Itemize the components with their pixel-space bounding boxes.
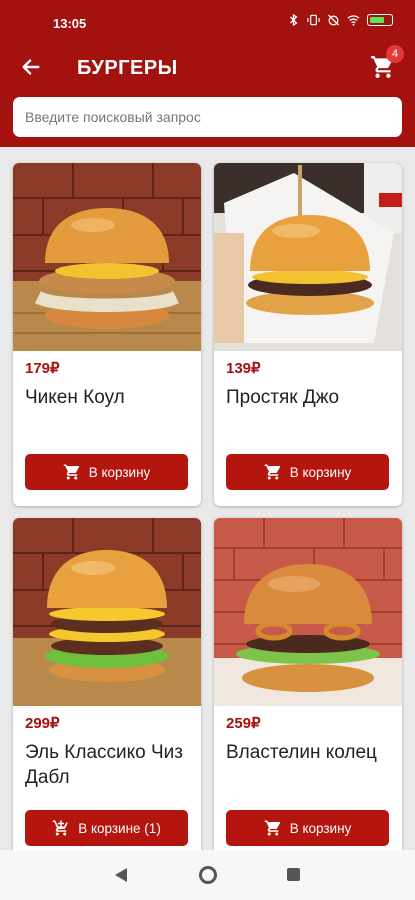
- cart-icon: [264, 464, 280, 480]
- status-bar: 13:05: [0, 0, 415, 40]
- search-input[interactable]: [13, 97, 402, 137]
- product-price: 259₽: [226, 715, 261, 732]
- wifi-icon: [347, 15, 360, 26]
- system-nav-bar: [0, 850, 415, 900]
- product-name: Властелин колец: [226, 742, 377, 763]
- cart-badge: 4: [386, 45, 404, 63]
- product-image: [214, 163, 402, 351]
- search-container: [0, 95, 415, 147]
- alarm-off-icon: [328, 14, 339, 26]
- product-card[interactable]: 179₽ Чикен Коул В корзину: [13, 163, 201, 506]
- cart-icon: [264, 820, 280, 836]
- button-label: В корзине (1): [78, 820, 161, 836]
- button-label: В корзину: [289, 464, 352, 480]
- nav-back-icon[interactable]: [115, 868, 127, 882]
- status-icons: [287, 14, 393, 26]
- cart-plus-icon: [52, 820, 68, 836]
- product-card[interactable]: 299₽ Эль Классико Чиз Дабл В корзине (1): [13, 518, 201, 863]
- cart-icon: [63, 464, 79, 480]
- nav-recents-icon[interactable]: [287, 868, 300, 881]
- add-to-cart-button[interactable]: В корзину: [226, 454, 389, 490]
- product-name: Эль Классико Чиз Дабл: [25, 742, 183, 788]
- add-to-cart-button[interactable]: В корзину: [226, 810, 389, 846]
- page-title: БУРГЕРЫ: [77, 57, 178, 79]
- vibrate-icon: [307, 14, 320, 26]
- battery-icon: [367, 14, 393, 26]
- nav-home-icon[interactable]: [199, 866, 217, 884]
- status-time: 13:05: [53, 16, 87, 31]
- app-bar: БУРГЕРЫ: [0, 40, 415, 95]
- button-label: В корзину: [88, 464, 151, 480]
- back-arrow-icon[interactable]: [20, 56, 42, 78]
- button-label: В корзину: [289, 820, 352, 836]
- add-to-cart-button[interactable]: В корзину: [25, 454, 188, 490]
- product-price: 179₽: [25, 360, 60, 377]
- product-image: [13, 518, 201, 706]
- product-image: [13, 163, 201, 351]
- product-price: 299₽: [25, 715, 60, 732]
- product-card[interactable]: 259₽ Властелин колец В корзину: [214, 518, 402, 863]
- product-name: Чикен Коул: [25, 387, 125, 408]
- product-name: Простяк Джо: [226, 387, 340, 408]
- product-price: 139₽: [226, 360, 261, 377]
- product-card[interactable]: 139₽ Простяк Джо В корзину: [214, 163, 402, 506]
- bluetooth-icon: [290, 14, 298, 26]
- product-image: [214, 518, 402, 706]
- in-cart-button[interactable]: В корзине (1): [25, 810, 188, 846]
